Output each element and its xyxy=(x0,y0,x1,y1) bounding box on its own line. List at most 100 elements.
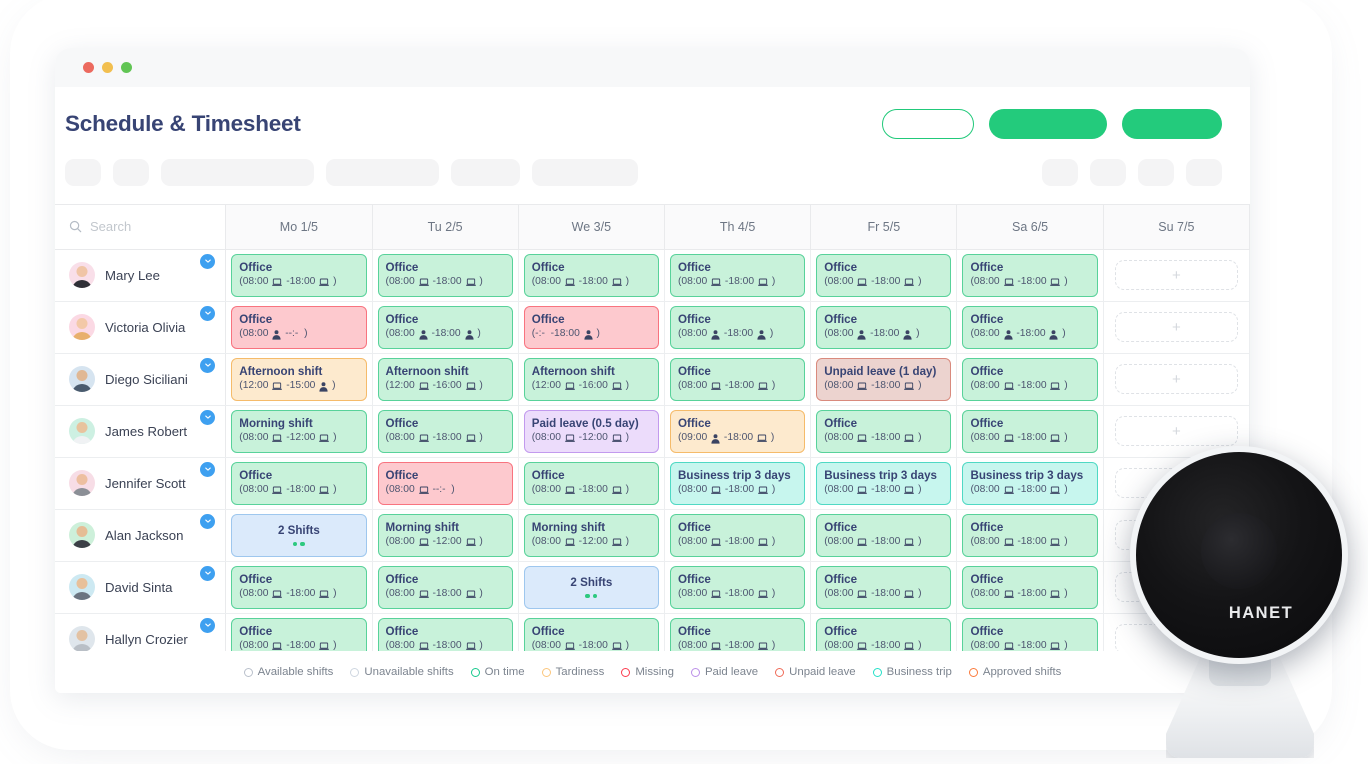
shift-chip[interactable]: Paid leave (0.5 day)(08:00 -12:00 ) xyxy=(524,410,659,453)
shift-chip[interactable]: Office(08:00 -18:00 ) xyxy=(962,410,1097,453)
view-toggle-3[interactable] xyxy=(1138,159,1174,186)
chevron-down-icon[interactable] xyxy=(200,514,215,529)
shift-chip[interactable]: Office(08:00 -18:00 ) xyxy=(524,254,659,297)
shift-chip[interactable]: Business trip 3 days(08:00 -18:00 ) xyxy=(816,462,951,505)
filter-pill-2[interactable] xyxy=(113,159,149,186)
legend-item-4[interactable]: Missing xyxy=(621,666,674,678)
filter-pill-4[interactable] xyxy=(326,159,439,186)
legend-item-6[interactable]: Unpaid leave xyxy=(775,666,856,678)
employee-row-5[interactable]: Alan Jackson xyxy=(69,510,215,561)
shift-chip[interactable]: Office(08:00 -18:00 ) xyxy=(670,306,805,349)
view-toggle-1[interactable] xyxy=(1042,159,1078,186)
shift-chip[interactable]: Unpaid leave (1 day)(08:00 -18:00 ) xyxy=(816,358,951,401)
multi-shift-chip[interactable]: 2 Shifts xyxy=(524,566,659,609)
add-shift-button[interactable]: + xyxy=(1115,416,1238,446)
employee-row-2[interactable]: Diego Siciliani xyxy=(69,354,215,405)
shift-chip[interactable]: Office(08:00 -18:00 ) xyxy=(670,566,805,609)
shift-chip[interactable]: Office(08:00 -18:00 ) xyxy=(378,566,513,609)
multi-shift-chip[interactable]: 2 Shifts xyxy=(231,514,366,557)
filter-pill-5[interactable] xyxy=(451,159,520,186)
shift-chip[interactable]: Afternoon shift(12:00 -16:00 ) xyxy=(378,358,513,401)
maximize-window-dot[interactable] xyxy=(121,62,132,73)
close-window-dot[interactable] xyxy=(83,62,94,73)
shift-chip[interactable]: Office(08:00 -18:00 ) xyxy=(231,566,366,609)
shift-chip[interactable]: Office(-:- -18:00 ) xyxy=(524,306,659,349)
chevron-down-icon[interactable] xyxy=(200,462,215,477)
shift-chip[interactable]: Office(08:00 -18:00 ) xyxy=(816,410,951,453)
shift-chip[interactable]: Business trip 3 days(08:00 -18:00 ) xyxy=(670,462,805,505)
secondary-action-button[interactable] xyxy=(882,109,974,139)
add-shift-button[interactable]: + xyxy=(1115,624,1238,654)
add-shift-button[interactable]: + xyxy=(1115,312,1238,342)
legend-item-7[interactable]: Business trip xyxy=(873,666,952,678)
shift-chip[interactable]: Office(08:00 -18:00 ) xyxy=(378,306,513,349)
shift-chip[interactable]: Office(08:00 -18:00 ) xyxy=(670,358,805,401)
filter-pill-1[interactable] xyxy=(65,159,101,186)
shift-chip[interactable]: Office(08:00 -18:00 ) xyxy=(378,410,513,453)
legend-item-1[interactable]: Unavailable shifts xyxy=(350,666,453,678)
legend-item-3[interactable]: Tardiness xyxy=(542,666,605,678)
shift-chip[interactable]: Office(09:00 -18:00 ) xyxy=(670,410,805,453)
shift-chip[interactable]: Office(08:00 -18:00 ) xyxy=(670,514,805,557)
shift-chip[interactable]: Office(08:00 -18:00 ) xyxy=(816,254,951,297)
shift-chip[interactable]: Morning shift(08:00 -12:00 ) xyxy=(231,410,366,453)
shift-chip[interactable]: Morning shift(08:00 -12:00 ) xyxy=(524,514,659,557)
column-header-sa[interactable]: Sa 6/5 xyxy=(957,205,1103,249)
shift-chip[interactable]: Office(08:00 -18:00 ) xyxy=(231,462,366,505)
shift-chip[interactable]: Business trip 3 days(08:00 -18:00 ) xyxy=(962,462,1097,505)
shift-chip[interactable]: Morning shift(08:00 -12:00 ) xyxy=(378,514,513,557)
shift-chip[interactable]: Office(08:00 -18:00 ) xyxy=(816,306,951,349)
shift-chip[interactable]: Office(08:00 -18:00 ) xyxy=(962,254,1097,297)
filter-pill-6[interactable] xyxy=(532,159,638,186)
filter-pill-3[interactable] xyxy=(161,159,314,186)
view-toggle-4[interactable] xyxy=(1186,159,1222,186)
search-box[interactable] xyxy=(69,219,225,234)
shift-chip[interactable]: Office(08:00 -18:00 ) xyxy=(816,566,951,609)
primary-action-button[interactable] xyxy=(989,109,1107,139)
add-shift-button[interactable]: + xyxy=(1115,572,1238,602)
chevron-down-icon[interactable] xyxy=(200,410,215,425)
legend-item-2[interactable]: On time xyxy=(471,666,525,678)
employee-row-3[interactable]: James Robert xyxy=(69,406,215,457)
employee-row-1[interactable]: Victoria Olivia xyxy=(69,302,215,353)
add-shift-button[interactable]: + xyxy=(1115,468,1238,498)
shift-chip[interactable]: Office(08:00 -18:00 ) xyxy=(816,514,951,557)
shift-chip[interactable]: Office(08:00 -18:00 ) xyxy=(378,254,513,297)
employee-row-0[interactable]: Mary Lee xyxy=(69,250,215,301)
employee-row-6[interactable]: David Sinta xyxy=(69,562,215,613)
legend-item-5[interactable]: Paid leave xyxy=(691,666,758,678)
chevron-down-icon[interactable] xyxy=(200,618,215,633)
column-header-th[interactable]: Th 4/5 xyxy=(664,205,810,249)
column-header-fr[interactable]: Fr 5/5 xyxy=(811,205,957,249)
shift-chip[interactable]: Office(08:00 -18:00 ) xyxy=(670,254,805,297)
shift-chip[interactable]: Office(08:00 -18:00 ) xyxy=(962,358,1097,401)
column-header-mo[interactable]: Mo 1/5 xyxy=(226,205,372,249)
shift-chip[interactable]: Office(08:00 --:- ) xyxy=(231,306,366,349)
column-header-tu[interactable]: Tu 2/5 xyxy=(372,205,518,249)
tertiary-action-button[interactable] xyxy=(1122,109,1222,139)
legend-item-8[interactable]: Approved shifts xyxy=(969,666,1062,678)
chevron-down-icon[interactable] xyxy=(200,306,215,321)
add-shift-button[interactable]: + xyxy=(1115,364,1238,394)
shift-chip[interactable]: Office(08:00 -18:00 ) xyxy=(962,566,1097,609)
column-header-su[interactable]: Su 7/5 xyxy=(1103,205,1249,249)
shift-chip[interactable]: Office(08:00 -18:00 ) xyxy=(962,514,1097,557)
shift-chip[interactable]: Office(08:00 -18:00 ) xyxy=(524,462,659,505)
chevron-down-icon[interactable] xyxy=(200,358,215,373)
schedule-cell: Office(-:- -18:00 ) xyxy=(518,301,664,353)
column-header-we[interactable]: We 3/5 xyxy=(518,205,664,249)
view-toggle-2[interactable] xyxy=(1090,159,1126,186)
chevron-down-icon[interactable] xyxy=(200,254,215,269)
shift-chip[interactable]: Afternoon shift(12:00 -16:00 ) xyxy=(524,358,659,401)
shift-chip[interactable]: Afternoon shift(12:00 -15:00 ) xyxy=(231,358,366,401)
shift-chip[interactable]: Office(08:00 --:- ) xyxy=(378,462,513,505)
employee-row-4[interactable]: Jennifer Scott xyxy=(69,458,215,509)
chevron-down-icon[interactable] xyxy=(200,566,215,581)
add-shift-button[interactable]: + xyxy=(1115,260,1238,290)
legend-item-0[interactable]: Available shifts xyxy=(244,666,334,678)
minimize-window-dot[interactable] xyxy=(102,62,113,73)
search-input[interactable] xyxy=(90,219,200,234)
shift-chip[interactable]: Office(08:00 -18:00 ) xyxy=(231,254,366,297)
add-shift-button[interactable]: + xyxy=(1115,520,1238,550)
shift-chip[interactable]: Office(08:00 -18:00 ) xyxy=(962,306,1097,349)
